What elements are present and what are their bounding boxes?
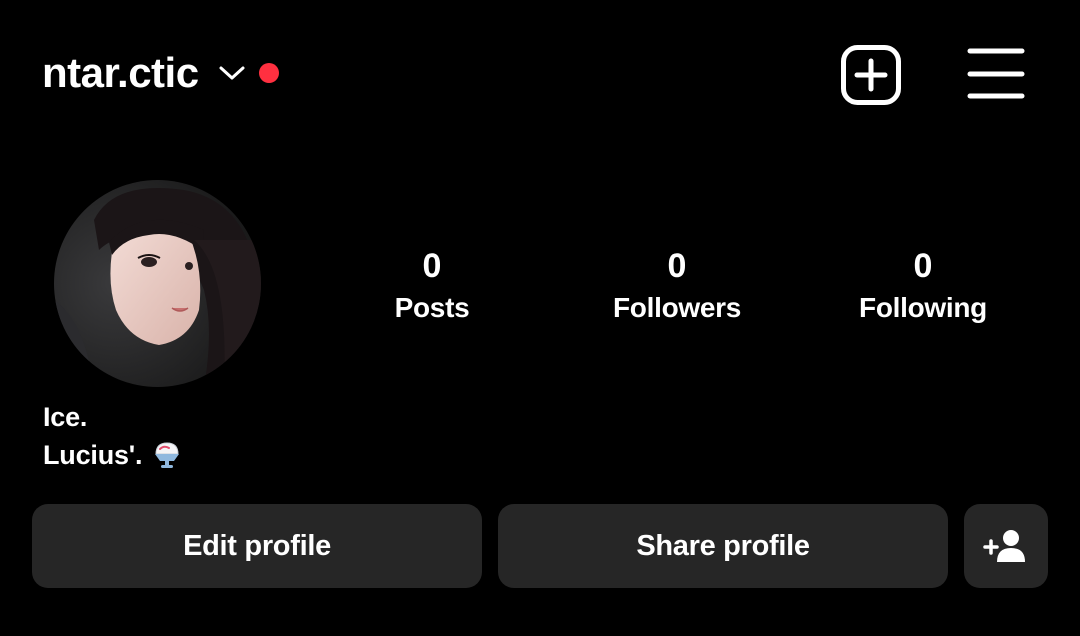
stat-posts[interactable]: 0 Posts xyxy=(332,244,532,328)
stat-followers[interactable]: 0 Followers xyxy=(577,244,777,328)
menu-button[interactable] xyxy=(966,46,1026,102)
stat-following[interactable]: 0 Following xyxy=(823,244,1023,328)
edit-profile-button[interactable]: Edit profile xyxy=(32,504,482,588)
followers-label: Followers xyxy=(613,292,741,323)
posts-count: 0 xyxy=(422,247,442,285)
shaved-ice-emoji xyxy=(155,442,180,468)
plus-square-icon xyxy=(841,45,901,105)
share-profile-button[interactable]: Share profile xyxy=(498,504,948,588)
create-button[interactable] xyxy=(840,44,902,106)
followers-count: 0 xyxy=(667,247,687,285)
account-switcher[interactable]: ntar.ctic xyxy=(42,46,279,100)
bio: Ice. Lucius'. xyxy=(43,398,182,474)
username: ntar.ctic xyxy=(42,49,199,96)
avatar[interactable] xyxy=(54,180,261,387)
chevron-down-icon[interactable] xyxy=(217,58,247,88)
posts-label: Posts xyxy=(394,292,470,323)
following-label: Following xyxy=(859,292,987,323)
notification-dot xyxy=(258,63,279,83)
profile-photo xyxy=(54,180,261,387)
hamburger-menu-icon xyxy=(967,48,1025,99)
following-count: 0 xyxy=(913,247,933,285)
profile-header: ntar.ctic xyxy=(0,0,1080,150)
add-person-icon xyxy=(983,530,1025,562)
bio-text-line: Lucius'. xyxy=(43,436,182,474)
bio-name: Ice. xyxy=(43,402,88,432)
discover-people-button[interactable] xyxy=(964,504,1048,588)
bio-text: Lucius'. xyxy=(43,440,143,470)
